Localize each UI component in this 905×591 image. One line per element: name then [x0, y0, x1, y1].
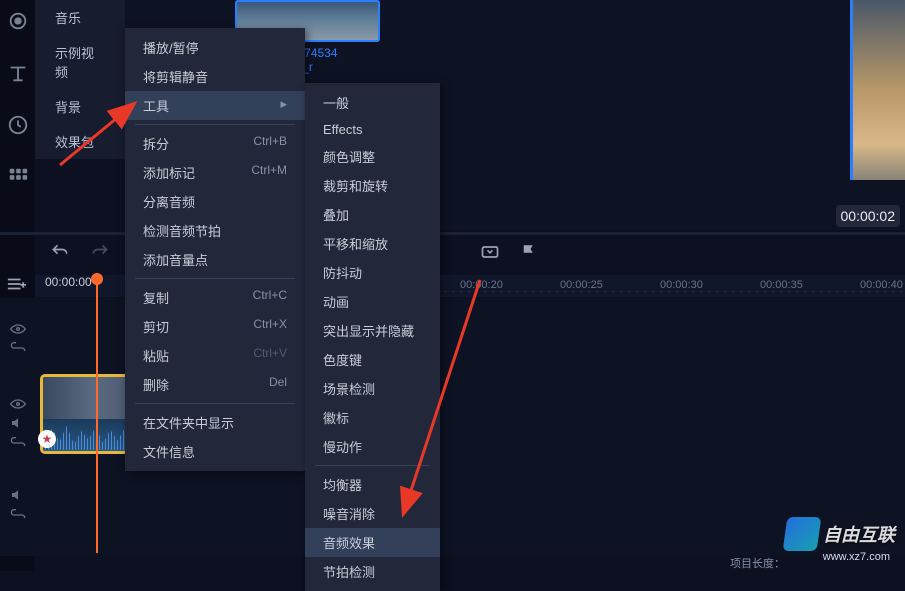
menu-add-marker[interactable]: 添加标记Ctrl+M — [125, 158, 305, 187]
clock-icon[interactable] — [7, 114, 29, 136]
watermark: 自由互联 — [785, 517, 895, 551]
menu-add-cue[interactable]: 添加音量点 — [125, 245, 305, 274]
context-menu-main: 播放/暂停 将剪辑静音 工具▸ 拆分Ctrl+B 添加标记Ctrl+M 分离音频… — [125, 28, 305, 471]
record-icon[interactable] — [7, 10, 29, 32]
menu-separator — [135, 278, 295, 279]
track-controls — [0, 323, 35, 351]
submenu-color-adjust[interactable]: 颜色调整 — [305, 142, 440, 171]
menu-show-in-folder[interactable]: 在文件夹中显示 — [125, 408, 305, 437]
track-controls — [0, 488, 35, 518]
annotation-arrow — [55, 95, 145, 170]
menu-detect-beat[interactable]: 检测音频节拍 — [125, 216, 305, 245]
ruler-tick: 00:00:30 — [660, 279, 703, 291]
speaker-icon[interactable] — [10, 416, 26, 430]
add-track-icon[interactable] — [5, 275, 27, 293]
clip-effect-indicator[interactable]: ★ — [38, 430, 56, 448]
menu-split[interactable]: 拆分Ctrl+B — [125, 129, 305, 158]
ruler-tick: 00:00:25 — [560, 279, 603, 291]
watermark-logo-icon — [783, 517, 822, 551]
chevron-right-icon: ▸ — [280, 96, 287, 115]
link-icon[interactable] — [10, 341, 26, 351]
menu-cut[interactable]: 剪切Ctrl+X — [125, 312, 305, 341]
eye-icon[interactable] — [10, 398, 26, 410]
preview-panel — [850, 0, 905, 180]
submenu-audio-effects[interactable]: 音频效果 — [305, 528, 440, 557]
redo-icon[interactable] — [90, 242, 110, 262]
link-icon[interactable] — [10, 436, 26, 446]
menu-tools[interactable]: 工具▸ — [125, 91, 305, 120]
track-controls — [0, 398, 35, 446]
preview-timecode: 00:00:02 — [836, 205, 901, 227]
submenu-effects[interactable]: Effects — [305, 117, 440, 142]
speaker-icon[interactable] — [10, 488, 26, 502]
flag-icon[interactable] — [520, 243, 538, 261]
sidebar-item-music[interactable]: 音乐 — [35, 0, 125, 35]
submenu-crop-rotate[interactable]: 裁剪和旋转 — [305, 171, 440, 200]
sidebar-item-sample-video[interactable]: 示例视频 — [35, 35, 125, 89]
submenu-general[interactable]: 一般 — [305, 88, 440, 117]
eye-icon[interactable] — [10, 323, 26, 335]
menu-separator — [135, 124, 295, 125]
text-icon[interactable] — [7, 62, 29, 84]
timeline-current-time: 00:00:00 — [45, 275, 92, 289]
menu-file-info[interactable]: 文件信息 — [125, 437, 305, 466]
status-project-length: 项目长度： — [730, 555, 785, 571]
submenu-pan-zoom[interactable]: 平移和缩放 — [305, 229, 440, 258]
playhead[interactable] — [96, 273, 98, 553]
ruler-tick: 00:00:35 — [760, 279, 803, 291]
watermark-url: www.xz7.com — [823, 551, 890, 563]
menu-mute-clip[interactable]: 将剪辑静音 — [125, 62, 305, 91]
link-icon[interactable] — [10, 508, 26, 518]
menu-delete[interactable]: 删除Del — [125, 370, 305, 399]
watermark-text: 自由互联 — [823, 521, 895, 547]
ruler-tick: 00:00:40 — [860, 279, 903, 291]
submenu-overlay[interactable]: 叠加 — [305, 200, 440, 229]
more-grid-icon[interactable] — [7, 166, 29, 188]
menu-copy[interactable]: 复制Ctrl+C — [125, 283, 305, 312]
annotation-arrow — [395, 275, 495, 525]
undo-icon[interactable] — [50, 242, 70, 262]
submenu-beat-detect[interactable]: 节拍检测 — [305, 557, 440, 586]
transition-icon[interactable] — [480, 242, 500, 262]
menu-detach-audio[interactable]: 分离音频 — [125, 187, 305, 216]
menu-play-pause[interactable]: 播放/暂停 — [125, 33, 305, 62]
menu-paste[interactable]: 粘贴Ctrl+V — [125, 341, 305, 370]
menu-separator — [135, 403, 295, 404]
